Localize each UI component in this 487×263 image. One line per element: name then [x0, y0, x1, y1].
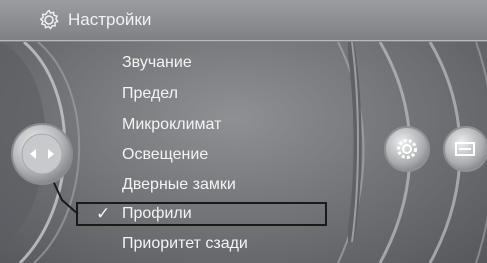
display-side-button[interactable]	[442, 125, 487, 173]
menu-item-profiles[interactable]: Профили	[122, 202, 192, 226]
menu-item-sound[interactable]: Звучание	[122, 51, 192, 75]
selection-highlight	[76, 202, 327, 226]
gear-icon	[39, 9, 59, 30]
menu-item-climate[interactable]: Микроклимат	[122, 113, 221, 137]
settings-side-button[interactable]	[383, 125, 431, 173]
menu-item-rear-priority[interactable]: Приоритет сзади	[122, 232, 248, 256]
page-title: Настройки	[68, 10, 152, 29]
controller-arrows-icon[interactable]	[10, 122, 74, 186]
menu-item-door-locks[interactable]: Дверные замки	[122, 173, 236, 197]
checkmark-icon: ✓	[96, 204, 111, 223]
menu-item-limit[interactable]: Предел	[122, 82, 178, 106]
menu-item-lighting[interactable]: Освещение	[122, 143, 208, 167]
header-divider	[0, 40, 487, 42]
scrollbar[interactable]	[348, 42, 362, 242]
settings-screen: Настройки Звучание Предел Микроклимат Ос…	[0, 0, 487, 263]
header-bar: Настройки	[0, 0, 487, 40]
